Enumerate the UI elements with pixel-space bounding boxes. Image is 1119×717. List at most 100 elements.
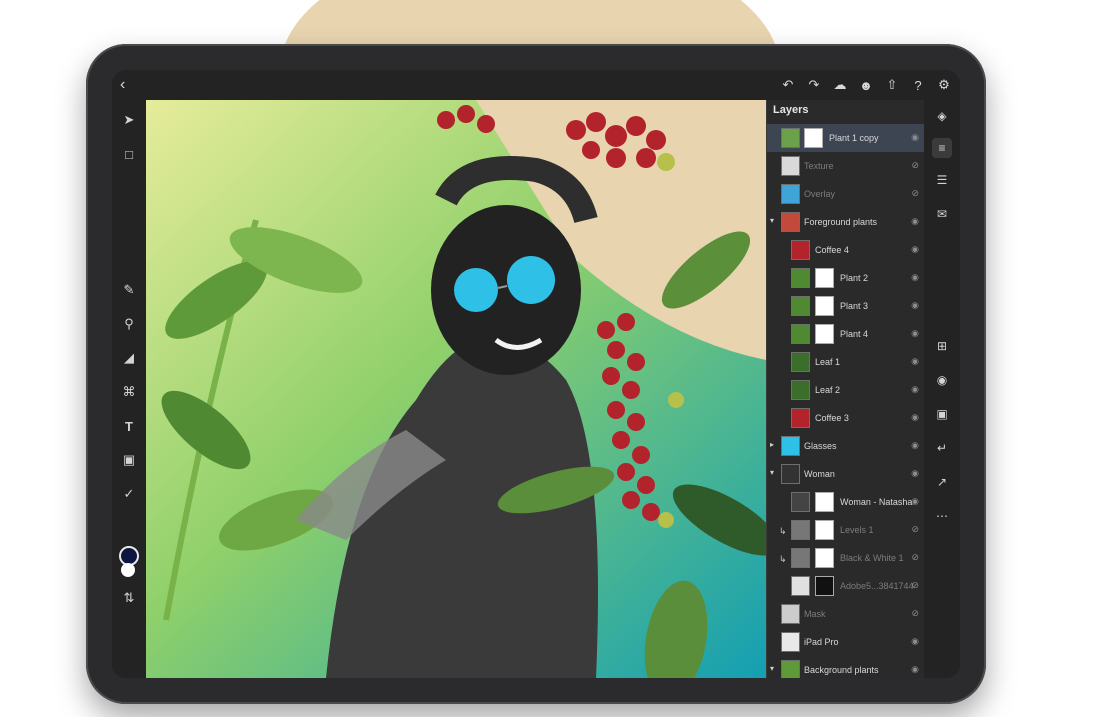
layer-row[interactable]: Adobe5...3841744 ⊘ <box>767 572 925 600</box>
layer-thumbnail <box>781 184 800 204</box>
eye-icon[interactable]: ◉ <box>911 356 919 367</box>
help-icon[interactable]: ? <box>908 75 928 95</box>
layer-thumbnail <box>791 576 810 596</box>
eye-off-icon[interactable]: ⊘ <box>911 188 919 199</box>
eye-icon[interactable]: ◉ <box>911 300 919 311</box>
type-icon[interactable]: T <box>119 416 139 436</box>
layer-group-row[interactable]: ▾ Woman ◉ <box>767 460 925 488</box>
layer-row[interactable]: Mask ⊘ <box>767 600 925 628</box>
layer-row[interactable]: iPad Pro ◉ <box>767 628 925 656</box>
mask-icon[interactable]: ▣ <box>932 404 952 424</box>
layer-row[interactable]: ↳ Levels 1 ⊘ <box>767 516 925 544</box>
layer-thumbnail <box>781 464 800 484</box>
layer-mask-thumbnail <box>815 268 834 288</box>
eye-icon[interactable]: ◉ <box>911 244 919 255</box>
layer-row[interactable]: Leaf 2 ◉ <box>767 376 925 404</box>
canvas-artwork[interactable] <box>146 100 766 678</box>
layer-label: iPad Pro <box>804 637 839 647</box>
layer-thumbnail <box>781 212 800 232</box>
eye-off-icon[interactable]: ⊘ <box>911 524 919 535</box>
layer-row[interactable]: Texture ⊘ <box>767 152 925 180</box>
expand-caret-icon[interactable]: ▾ <box>770 468 774 477</box>
layers-panel: Layers Plant 1 copy ◉ Texture ⊘ Overlay … <box>766 100 925 678</box>
collapse-caret-icon[interactable]: ▸ <box>770 440 774 449</box>
move-icon[interactable]: ➤ <box>119 110 139 130</box>
eye-icon[interactable]: ◉ <box>911 440 919 451</box>
add-layer-icon[interactable]: ⊞ <box>932 336 952 356</box>
expand-caret-icon[interactable]: ▾ <box>770 664 774 673</box>
eyedropper-icon[interactable]: ✓ <box>119 484 139 504</box>
layer-group-row[interactable]: ▾ Foreground plants ◉ <box>767 208 925 236</box>
layer-group-row[interactable]: ▸ Glasses ◉ <box>767 432 925 460</box>
right-toolbar: ◈ ≡ ☰ ✉ ⊞ ◉ ▣ ↵ ↗ ⋯ <box>924 100 960 678</box>
layer-row[interactable]: Plant 1 copy ◉ <box>767 124 925 152</box>
eye-icon[interactable]: ◉ <box>911 468 919 479</box>
layer-row[interactable]: Plant 4 ◉ <box>767 320 925 348</box>
layer-group-row[interactable]: ▾ Background plants ◉ <box>767 656 925 678</box>
layer-thumbnail <box>791 380 810 400</box>
layer-thumbnail <box>791 352 810 372</box>
eye-off-icon[interactable]: ⊘ <box>911 580 919 591</box>
transform-icon[interactable]: □ <box>119 144 139 164</box>
brush-icon[interactable]: ✎ <box>119 280 139 300</box>
layer-row[interactable]: Plant 2 ◉ <box>767 264 925 292</box>
cloud-icon[interactable]: ☁ <box>830 75 850 95</box>
layer-row[interactable]: Coffee 3 ◉ <box>767 404 925 432</box>
more-icon[interactable]: ⋯ <box>932 506 952 526</box>
comments-icon[interactable]: ✉ <box>932 204 952 224</box>
eye-icon[interactable]: ◉ <box>911 496 919 507</box>
clip-icon[interactable]: ↵ <box>932 438 952 458</box>
chevron-left-icon[interactable]: ‹ <box>120 76 125 94</box>
undo-icon[interactable]: ↶ <box>778 75 798 95</box>
layers-icon[interactable]: ◈ <box>932 106 952 126</box>
eye-icon[interactable]: ◉ <box>911 636 919 647</box>
layer-row[interactable]: Coffee 4 ◉ <box>767 236 925 264</box>
layer-label: Background plants <box>804 665 879 675</box>
layer-thumbnail <box>781 632 800 652</box>
swap-icon[interactable]: ⇅ <box>119 588 139 608</box>
clipping-arrow-icon: ↳ <box>779 526 787 536</box>
fill-icon[interactable]: ◢ <box>119 348 139 368</box>
eye-off-icon[interactable]: ⊘ <box>911 552 919 563</box>
layer-thumbnail <box>791 296 810 316</box>
visibility-icon[interactable]: ◉ <box>932 370 952 390</box>
eye-icon[interactable]: ◉ <box>911 216 919 227</box>
layer-row[interactable]: Plant 3 ◉ <box>767 292 925 320</box>
layer-mask-thumbnail <box>815 324 834 344</box>
quick-select-icon[interactable]: ⚲ <box>119 314 139 334</box>
layer-row[interactable]: Woman - Natasha ◉ <box>767 488 925 516</box>
layer-label: Mask <box>804 609 826 619</box>
eye-icon[interactable]: ◉ <box>911 412 919 423</box>
layer-row[interactable]: ↳ Black & White 1 ⊘ <box>767 544 925 572</box>
layer-thumbnail <box>791 240 810 260</box>
layer-mask-thumbnail <box>815 548 834 568</box>
layer-label: Black & White 1 <box>840 553 904 563</box>
layer-row[interactable]: Overlay ⊘ <box>767 180 925 208</box>
layer-thumbnail <box>791 408 810 428</box>
eye-icon[interactable]: ◉ <box>911 328 919 339</box>
artwork-illustration <box>146 100 766 678</box>
layer-thumbnail <box>781 128 800 148</box>
layer-mask-thumbnail <box>815 520 834 540</box>
eye-icon[interactable]: ◉ <box>911 272 919 283</box>
user-icon[interactable]: ☻ <box>856 75 876 95</box>
redo-icon[interactable]: ↷ <box>804 75 824 95</box>
eye-icon[interactable]: ◉ <box>911 664 919 675</box>
layer-properties-icon[interactable]: ≡ <box>932 138 952 158</box>
eye-icon[interactable]: ◉ <box>911 384 919 395</box>
expand-caret-icon[interactable]: ▾ <box>770 216 774 225</box>
crop-icon[interactable]: ⌘ <box>119 382 139 402</box>
background-color-swatch[interactable] <box>121 563 135 577</box>
left-toolbar: ➤ □ ✎ ⚲ ◢ ⌘ T ▣ ✓ ⇅ <box>112 100 146 678</box>
fx-icon[interactable]: ↗ <box>932 472 952 492</box>
share-icon[interactable]: ⇧ <box>882 75 902 95</box>
eye-off-icon[interactable]: ⊘ <box>911 608 919 619</box>
eye-icon[interactable]: ◉ <box>911 132 919 143</box>
image-icon[interactable]: ▣ <box>119 450 139 470</box>
layer-label: Coffee 4 <box>815 245 849 255</box>
layer-row[interactable]: Leaf 1 ◉ <box>767 348 925 376</box>
settings-icon[interactable]: ⚙ <box>934 75 954 95</box>
eye-off-icon[interactable]: ⊘ <box>911 160 919 171</box>
adjustments-icon[interactable]: ☰ <box>932 170 952 190</box>
layer-label: Plant 2 <box>840 273 869 283</box>
